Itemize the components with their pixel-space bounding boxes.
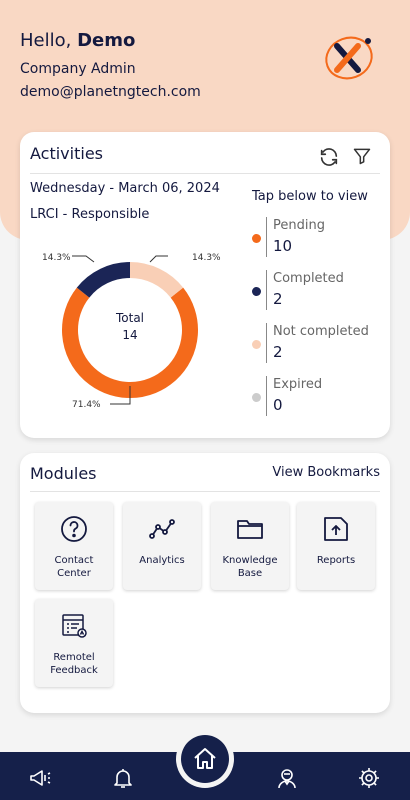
- activities-donut-chart[interactable]: 14.3% 14.3% 71.4% Total 14: [20, 242, 250, 432]
- home-icon: [194, 748, 216, 769]
- planet-x-logo: [325, 36, 373, 80]
- question-circle-icon: [61, 516, 87, 542]
- pct-label-not-completed: 14.3%: [192, 253, 221, 263]
- legend-dot-not-completed: [252, 340, 261, 349]
- user-email: demo@planetngtech.com: [20, 84, 201, 100]
- legend-label: Pending: [273, 218, 325, 233]
- report-upload-icon: [324, 517, 348, 541]
- module-label: Knowledge Base: [222, 555, 278, 579]
- legend-label: Expired: [273, 377, 323, 392]
- agent-icon[interactable]: [275, 766, 299, 790]
- legend-label: Not completed: [273, 324, 369, 339]
- bell-icon[interactable]: [111, 766, 135, 790]
- user-role: Company Admin: [20, 61, 136, 77]
- donut-slice-not-completed[interactable]: [129, 262, 184, 298]
- view-bookmarks-link[interactable]: View Bookmarks: [272, 465, 380, 480]
- module-tile-remotel-feedback[interactable]: Remotel Feedback: [35, 599, 113, 687]
- analytics-line-icon: [149, 519, 175, 539]
- legend-count: 10: [273, 237, 293, 255]
- module-label: Analytics: [139, 555, 185, 566]
- donut-center-value: 14: [122, 328, 137, 342]
- card-divider: [30, 173, 380, 174]
- activities-subtitle: LRCI - Responsible: [30, 207, 150, 222]
- activities-card: Activities Wednesday - March 06, 2024 LR…: [20, 132, 390, 438]
- legend-dot-expired: [252, 393, 261, 402]
- module-tile-reports[interactable]: Reports: [297, 502, 375, 590]
- legend-count: 2: [273, 290, 283, 308]
- donut-center-label: Total: [115, 311, 144, 325]
- module-tile-knowledge-base[interactable]: Knowledge Base: [211, 502, 289, 590]
- greeting-text: Hello,: [20, 30, 72, 51]
- filter-icon[interactable]: [352, 146, 372, 166]
- module-label: Remotel Feedback: [50, 652, 98, 676]
- megaphone-icon[interactable]: [28, 766, 52, 790]
- pct-label-pending: 71.4%: [72, 400, 101, 410]
- legend-label: Completed: [273, 271, 344, 286]
- feedback-form-icon: [62, 614, 87, 638]
- donut-slice-completed[interactable]: [76, 262, 131, 298]
- home-button[interactable]: [181, 735, 229, 783]
- greeting: Hello, Demo: [20, 30, 135, 51]
- folder-icon: [237, 520, 263, 539]
- gear-icon[interactable]: [357, 766, 381, 790]
- modules-card: Modules View Bookmarks Contact Center An…: [20, 453, 390, 713]
- modules-title: Modules: [30, 464, 97, 483]
- pct-label-completed: 14.3%: [42, 253, 71, 263]
- card-divider: [30, 491, 380, 492]
- activities-title: Activities: [30, 144, 103, 163]
- legend-item-expired[interactable]: Expired 0: [252, 376, 382, 422]
- legend-item-pending[interactable]: Pending 10: [252, 217, 382, 263]
- tap-hint: Tap below to view: [252, 189, 368, 204]
- legend-count: 2: [273, 343, 283, 361]
- module-label: Contact Center: [54, 555, 94, 579]
- legend-item-completed[interactable]: Completed 2: [252, 270, 382, 316]
- module-tile-analytics[interactable]: Analytics: [123, 502, 201, 590]
- legend-count: 0: [273, 396, 283, 414]
- user-name: Demo: [77, 30, 136, 51]
- module-label: Reports: [316, 555, 356, 566]
- legend-item-not-completed[interactable]: Not completed 2: [252, 323, 382, 369]
- legend-dot-completed: [252, 287, 261, 296]
- refresh-icon[interactable]: [318, 146, 340, 168]
- activities-date: Wednesday - March 06, 2024: [30, 181, 220, 196]
- module-tile-contact-center[interactable]: Contact Center: [35, 502, 113, 590]
- legend-dot-pending: [252, 234, 261, 243]
